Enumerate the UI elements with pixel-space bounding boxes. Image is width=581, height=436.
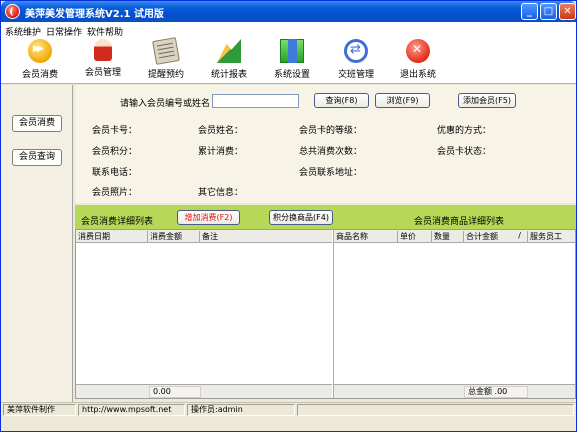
add-consume-button[interactable]: 增加消费(F2) <box>177 210 240 225</box>
toolbar-label: 系统设置 <box>273 70 310 80</box>
member-icon <box>94 39 112 61</box>
menu-bar: 系统维护 日常操作 软件帮助 <box>1 22 576 38</box>
visit-count-label: 总共消费次数： <box>299 147 363 157</box>
status-url: http://www.mpsoft.net <box>78 404 185 416</box>
title-bar[interactable]: 美萍美发管理系统V2.1 试用版 _ □ ✕ <box>1 1 576 22</box>
card-number-label: 会员卡号： <box>92 126 138 136</box>
toolbar-label: 提醒预约 <box>147 70 184 80</box>
consume-tables: 消费日期 消费金额 备注 商品名称 单价 数量 合计金额 / 服务员工 0.00 … <box>75 229 576 399</box>
app-logo-icon[interactable] <box>5 4 20 19</box>
col-consume-date[interactable]: 消费日期 <box>76 231 148 242</box>
add-member-button[interactable]: 添加会员(F5) <box>458 93 516 108</box>
other-info-label: 其它信息： <box>198 188 244 198</box>
toolbar-member-consume-button[interactable]: 会员消费 <box>9 39 71 82</box>
status-extra <box>297 404 574 416</box>
left-table-header: 消费日期 消费金额 备注 <box>76 230 332 243</box>
search-input[interactable] <box>212 94 299 108</box>
table-splitter[interactable] <box>332 230 334 398</box>
toolbar-reminder-button[interactable]: 提醒预约 <box>135 37 197 82</box>
sort-mark: / <box>518 231 521 240</box>
col-consume-amount[interactable]: 消费金额 <box>148 231 200 242</box>
points-exchange-button[interactable]: 积分换商品(F4) <box>269 210 333 225</box>
member-points-label: 会员积分： <box>92 147 138 157</box>
toolbar-settings-button[interactable]: 系统设置 <box>261 39 323 82</box>
col-quantity[interactable]: 数量 <box>432 231 464 242</box>
toolbar-stats-button[interactable]: 统计报表 <box>198 39 260 82</box>
status-bar: 美萍软件制作 http://www.mpsoft.net 操作员:admin <box>1 402 576 416</box>
settings-icon <box>280 39 304 63</box>
search-prompt: 请输入会员编号或姓名 <box>120 99 211 109</box>
toolbar-exit-button[interactable]: 退出系统 <box>387 39 449 82</box>
member-info-form: 请输入会员编号或姓名 查询(F8) 浏览(F9) 添加会员(F5) 会员卡号： … <box>75 85 576 203</box>
consume-total-value: 0.00 <box>149 386 201 398</box>
member-photo-label: 会员照片： <box>92 188 138 198</box>
goods-list-title: 会员消费商品详细列表 <box>414 217 505 227</box>
window-bottom-frame <box>1 416 576 431</box>
consume-list-title: 会员消费详细列表 <box>81 217 154 227</box>
member-consume-button[interactable]: 会员消费 <box>12 115 62 132</box>
notepad-icon <box>152 37 180 65</box>
phone-label: 联系电话： <box>92 168 138 178</box>
right-table-footer: 总金额 .00 <box>334 384 575 398</box>
shift-icon <box>344 39 368 63</box>
col-remark[interactable]: 备注 <box>200 231 332 242</box>
member-query-button[interactable]: 会员查询 <box>12 149 62 166</box>
toolbar-label: 会员管理 <box>84 68 121 78</box>
consume-list-header: 会员消费详细列表 增加消费(F2) 积分换商品(F4) 会员消费商品详细列表 <box>75 205 576 229</box>
col-total-amount[interactable]: 合计金额 / <box>464 231 528 242</box>
goods-total-amount: .00 <box>494 387 508 396</box>
side-panel: 会员消费 会员查询 <box>1 85 73 402</box>
card-status-label: 会员卡状态： <box>437 147 492 157</box>
right-table-header: 商品名称 单价 数量 合计金额 / 服务员工 <box>334 230 575 243</box>
card-level-label: 会员卡的等级： <box>299 126 363 136</box>
member-name-label: 会员姓名： <box>198 126 244 136</box>
toolbar-member-manage-button[interactable]: 会员管理 <box>72 39 134 82</box>
col-unit-price[interactable]: 单价 <box>398 231 432 242</box>
main-window: 美萍美发管理系统V2.1 试用版 _ □ ✕ 系统维护 日常操作 软件帮助 会员… <box>0 0 577 432</box>
toolbar: 会员消费 会员管理 提醒预约 统计报表 系统设置 交班管理 退出系统 <box>1 37 576 84</box>
toolbar-shift-button[interactable]: 交班管理 <box>325 39 387 82</box>
stats-icon <box>217 39 241 63</box>
toolbar-label: 退出系统 <box>399 70 436 80</box>
goods-total-label: 总金额 <box>468 387 492 396</box>
status-operator: 操作员:admin <box>187 404 295 416</box>
browse-button[interactable]: 浏览(F9) <box>375 93 430 108</box>
col-staff[interactable]: 服务员工 <box>528 231 575 242</box>
col-total-amount-label: 合计金额 <box>466 232 498 241</box>
maximize-button[interactable]: □ <box>540 3 557 20</box>
minimize-button[interactable]: _ <box>521 3 538 20</box>
exit-icon <box>406 39 430 63</box>
address-label: 会员联系地址： <box>299 168 363 178</box>
query-button[interactable]: 查询(F8) <box>314 93 369 108</box>
goods-total-value: 总金额 .00 <box>464 386 528 398</box>
toolbar-label: 会员消费 <box>21 70 58 80</box>
fast-forward-icon <box>28 39 52 63</box>
total-spent-label: 累计消费： <box>198 147 244 157</box>
left-table-footer: 0.00 <box>76 384 332 398</box>
close-button[interactable]: ✕ <box>559 3 576 20</box>
toolbar-label: 交班管理 <box>337 70 374 80</box>
col-goods-name[interactable]: 商品名称 <box>334 231 398 242</box>
discount-method-label: 优惠的方式： <box>437 126 492 136</box>
window-title: 美萍美发管理系统V2.1 试用版 <box>25 9 164 20</box>
status-company: 美萍软件制作 <box>3 404 76 416</box>
toolbar-label: 统计报表 <box>210 70 247 80</box>
